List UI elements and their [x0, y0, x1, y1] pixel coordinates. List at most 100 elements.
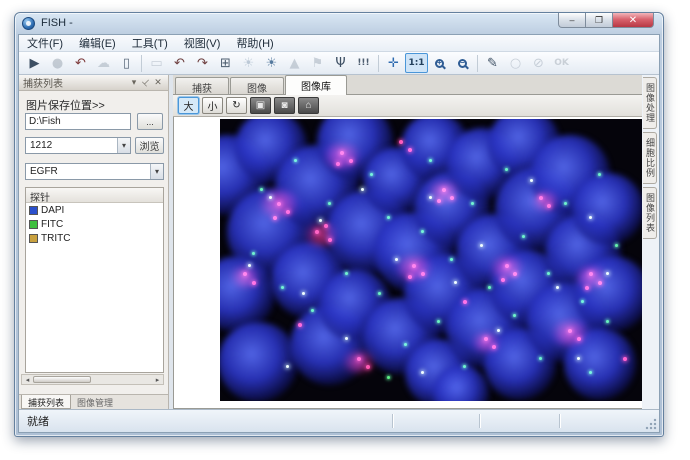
resize-grip[interactable] — [645, 418, 657, 430]
browse-path-button[interactable]: ... — [137, 113, 163, 130]
probe-label: FITC — [41, 219, 63, 230]
actual-size-button[interactable]: 1:1 — [405, 53, 428, 73]
zoom-in-icon: + — [435, 59, 444, 68]
rotate-left-button[interactable]: ↶ — [168, 53, 191, 73]
probe-item[interactable]: FITC — [26, 217, 163, 231]
tritc-signal-dot — [273, 216, 277, 220]
app-window: FISH - –❐✕ 文件(F)编辑(E)工具(T)视图(V)帮助(H) ▶●↶… — [14, 12, 664, 437]
probe-list: 探针 DAPI FITC TRITC — [25, 187, 164, 373]
fitc-signal-dot — [311, 309, 314, 312]
new-document-icon: ▯ — [123, 57, 130, 70]
pan-button[interactable]: ✛ — [382, 53, 405, 73]
annotate-pencil-button[interactable]: ✎ — [481, 53, 504, 73]
menu-item[interactable]: 帮助(H) — [228, 34, 281, 52]
zoom-in-button[interactable]: + — [428, 53, 451, 73]
scrollbar-thumb[interactable] — [33, 376, 91, 383]
home-image-button[interactable]: ⌂ — [298, 97, 319, 114]
stain-patch — [230, 267, 260, 287]
probe-label: TRITC — [41, 233, 70, 244]
fitc-signal-dot — [463, 365, 466, 368]
image-canvas[interactable] — [173, 117, 643, 409]
microscopy-image[interactable] — [220, 119, 642, 401]
gene-combo[interactable]: EGFR ▾ — [25, 163, 164, 180]
flag-button: ⚑ — [306, 53, 329, 73]
left-panel-tabs: 捕获列表图像管理 — [19, 394, 168, 409]
toolbar-separator — [378, 55, 379, 72]
stain-patch — [471, 333, 501, 351]
folder-combo-value: 1212 — [30, 140, 52, 151]
rotate-right-icon: ↷ — [197, 57, 208, 70]
title-bar[interactable]: FISH - –❐✕ — [15, 13, 663, 34]
panel-header[interactable]: 捕获列表 ▾⊥✕ — [19, 75, 168, 91]
step-forward-icon: ▶ — [30, 57, 40, 70]
tab-图像库[interactable]: 图像库 — [285, 75, 347, 95]
refresh-button[interactable]: ↻ — [226, 97, 247, 114]
minimize-button[interactable]: – — [558, 13, 586, 28]
undo-capture-icon: ↶ — [75, 57, 86, 70]
ellipse-arrow-annotation-button: ⊘ — [527, 53, 550, 73]
channel-merge-button[interactable]: Ψ — [329, 53, 352, 73]
main-toolbar: ▶●↶☁▯▭↶↷⊞☀☀▲⚑Ψ!!!✛1:1+−✎○⊘OK — [19, 52, 659, 75]
stain-patch — [341, 352, 377, 372]
brightness-adjust-button[interactable]: ☀ — [260, 53, 283, 73]
chevron-down-icon[interactable]: ▾ — [117, 138, 130, 153]
count-marks-button[interactable]: !!! — [352, 53, 375, 73]
vtab-图像列表[interactable]: 图像列表 — [643, 187, 657, 239]
bright-signal-dot — [480, 244, 483, 247]
probe-color-chip — [29, 234, 38, 243]
scroll-left-icon[interactable]: ◂ — [22, 376, 33, 384]
image-library-toolbar: 大小↻▣◙⌂ — [173, 95, 643, 117]
tab-图像[interactable]: 图像 — [230, 77, 284, 94]
main-area: 捕获图像图像库 大小↻▣◙⌂ — [173, 75, 643, 409]
export-image-button[interactable]: ▣ — [250, 97, 271, 114]
bright-signal-dot — [497, 329, 500, 332]
probe-list-header: 探针 — [26, 188, 163, 203]
step-forward-button[interactable]: ▶ — [23, 53, 46, 73]
stain-patch — [322, 144, 362, 168]
tritc-signal-dot — [421, 272, 425, 276]
probe-item[interactable]: DAPI — [26, 203, 163, 217]
zoom-out-button[interactable]: − — [451, 53, 474, 73]
triangle-filter-icon: ▲ — [290, 57, 300, 70]
cloud-icon: ☁ — [97, 57, 110, 70]
panel-tab-捕获列表[interactable]: 捕获列表 — [21, 395, 71, 409]
tritc-signal-dot — [484, 337, 488, 341]
tritc-signal-dot — [501, 278, 505, 282]
undo-capture-button[interactable]: ↶ — [69, 53, 92, 73]
magnifier-sign: − — [460, 59, 465, 67]
maximize-button[interactable]: ❐ — [585, 13, 613, 28]
fitc-signal-dot — [328, 202, 331, 205]
vtab-图像处理[interactable]: 图像处理 — [643, 77, 657, 129]
save-path-input[interactable] — [25, 113, 131, 130]
browse-button[interactable]: 浏览 — [135, 137, 164, 154]
crop-button[interactable]: ⊞ — [214, 53, 237, 73]
view-small-button[interactable]: 小 — [202, 97, 223, 114]
close-button[interactable]: ✕ — [612, 13, 654, 28]
new-document-button[interactable]: ▯ — [115, 53, 138, 73]
panel-tab-图像管理[interactable]: 图像管理 — [71, 395, 119, 409]
triangle-filter-button: ▲ — [283, 53, 306, 73]
tritc-signal-dot — [328, 238, 332, 242]
scroll-right-icon[interactable]: ▸ — [152, 376, 163, 384]
delete-image-button[interactable]: ◙ — [274, 97, 295, 114]
tab-捕获[interactable]: 捕获 — [175, 77, 229, 94]
bright-signal-dot — [319, 219, 322, 222]
folder-combo[interactable]: 1212 ▾ — [25, 137, 131, 154]
rotate-right-button[interactable]: ↷ — [191, 53, 214, 73]
menu-item[interactable]: 工具(T) — [124, 34, 176, 52]
probe-item[interactable]: TRITC — [26, 231, 163, 245]
tritc-signal-dot — [568, 329, 572, 333]
ok-button: OK — [550, 53, 573, 73]
menu-item[interactable]: 视图(V) — [176, 34, 229, 52]
probe-color-chip — [29, 206, 38, 215]
count-marks-icon: !!! — [357, 59, 369, 68]
menu-item[interactable]: 文件(F) — [19, 34, 71, 52]
horizontal-scrollbar[interactable]: ◂ ▸ — [21, 374, 164, 385]
menu-item[interactable]: 编辑(E) — [71, 34, 124, 52]
status-pane-divider — [392, 414, 393, 428]
fitc-signal-dot — [564, 202, 567, 205]
vtab-细胞比例[interactable]: 细胞比例 — [643, 132, 657, 184]
chevron-down-icon[interactable]: ▾ — [150, 164, 163, 179]
view-large-button[interactable]: 大 — [178, 97, 199, 114]
panel-title: 捕获列表 — [23, 75, 128, 90]
